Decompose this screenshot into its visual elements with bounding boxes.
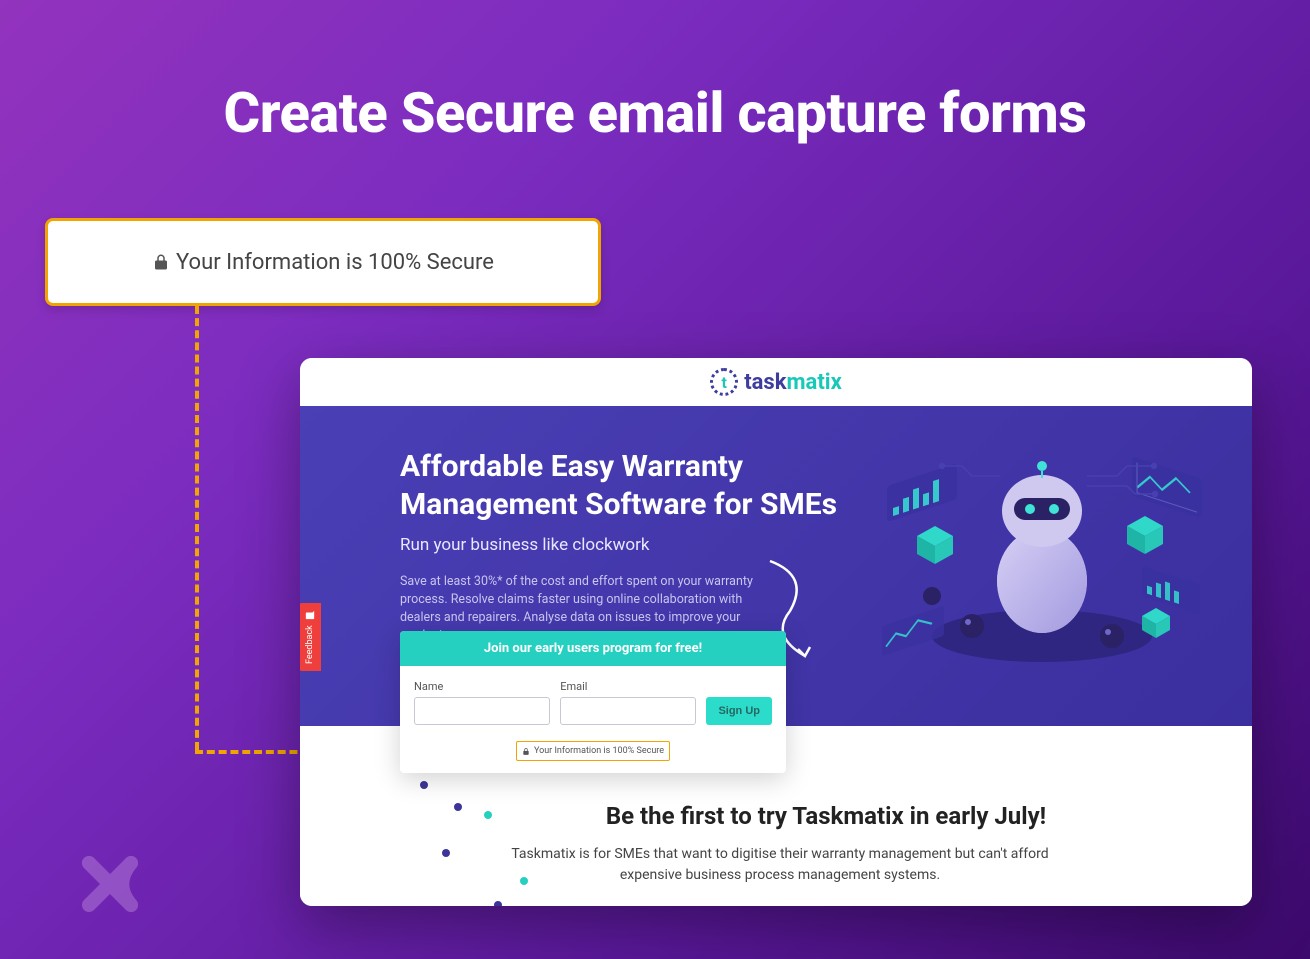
page-title: Create Secure email capture forms bbox=[0, 0, 1310, 146]
signup-button[interactable]: Sign Up bbox=[706, 697, 772, 725]
email-label: Email bbox=[560, 680, 696, 693]
brand-x-logo bbox=[75, 849, 145, 919]
feedback-label: Feedback bbox=[305, 625, 315, 664]
hero-title: Affordable Easy Warranty Management Soft… bbox=[400, 448, 860, 523]
mockup-header: t taskmatix bbox=[300, 358, 1252, 406]
email-input[interactable] bbox=[560, 697, 696, 725]
brand-logo: t taskmatix bbox=[710, 368, 842, 396]
try-title: Be the first to try Taskmatix in early J… bbox=[500, 802, 1152, 830]
chat-icon bbox=[305, 610, 315, 620]
secure-badge-text: Your Information is 100% Secure bbox=[534, 746, 664, 756]
signup-form-card: Join our early users program for free! N… bbox=[400, 631, 786, 773]
form-banner: Join our early users program for free! bbox=[400, 631, 786, 666]
name-input[interactable] bbox=[414, 697, 550, 725]
feedback-tab[interactable]: Feedback bbox=[300, 603, 321, 671]
robot-illustration bbox=[872, 426, 1212, 686]
secure-callout-text: Your Information is 100% Secure bbox=[176, 250, 494, 275]
secure-callout: Your Information is 100% Secure bbox=[45, 218, 601, 306]
lock-icon bbox=[152, 252, 170, 272]
secure-badge: Your Information is 100% Secure bbox=[516, 741, 670, 761]
try-description: Taskmatix is for SMEs that want to digit… bbox=[500, 844, 1060, 886]
connector-line-vertical bbox=[195, 306, 199, 750]
landing-page-mockup: t taskmatix Affordable Easy Warranty Man… bbox=[300, 358, 1252, 906]
lock-icon bbox=[522, 747, 530, 756]
name-label: Name bbox=[414, 680, 550, 693]
brand-text-right: matix bbox=[786, 370, 841, 395]
brand-mark-icon: t bbox=[710, 368, 738, 396]
brand-text-left: task bbox=[744, 370, 786, 395]
